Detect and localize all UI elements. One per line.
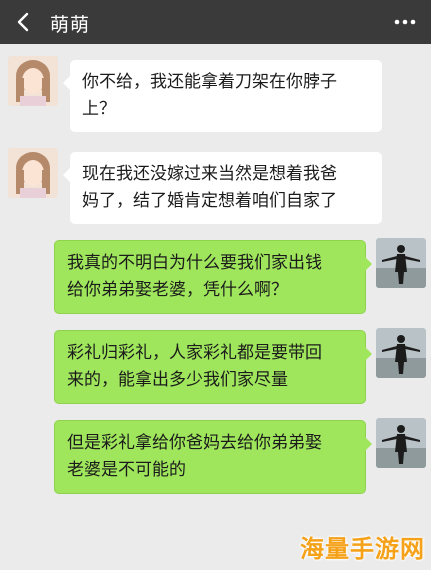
contact-avatar[interactable]: [8, 56, 58, 106]
outgoing-message-bubble[interactable]: 彩礼归彩礼，人家彩礼都是要带回 来的，能拿出多少我们家尽量: [54, 330, 372, 404]
message-line: 你不给，我还能拿着刀架在你脖子: [82, 72, 337, 92]
message-line: 妈了，结了婚肯定想着咱们自家了: [82, 191, 337, 211]
chevron-left-icon[interactable]: [14, 12, 34, 32]
outgoing-message-bubble[interactable]: 我真的不明白为什么要我们家出钱 给你弟弟娶老婆，凭什么啊？: [54, 240, 372, 314]
contact-avatar[interactable]: [8, 148, 58, 198]
user-avatar[interactable]: [376, 328, 426, 378]
user-avatar[interactable]: [376, 418, 426, 468]
outgoing-message-bubble[interactable]: 但是彩礼拿给你爸妈去给你弟弟娶 老婆是不可能的: [54, 420, 372, 494]
incoming-message-bubble[interactable]: 你不给，我还能拿着刀架在你脖子 上？: [63, 60, 382, 132]
incoming-message-bubble[interactable]: 现在我还没嫁过来当然是想着我爸 妈了，结了婚肯定想着咱们自家了: [63, 152, 382, 224]
message-line: 给你弟弟娶老婆，凭什么啊？: [67, 280, 288, 300]
user-avatar[interactable]: [376, 238, 426, 288]
more-dots-icon[interactable]: [393, 12, 417, 32]
message-line: 我真的不明白为什么要我们家出钱: [67, 253, 322, 273]
message-line: 现在我还没嫁过来当然是想着我爸: [82, 164, 337, 184]
message-line: 老婆是不可能的: [67, 460, 186, 480]
top-bar: 萌萌: [0, 0, 431, 44]
chat-title: 萌萌: [50, 14, 91, 36]
message-line: 但是彩礼拿给你爸妈去给你弟弟娶: [67, 433, 322, 453]
watermark-logo: 海量手游网: [300, 535, 425, 563]
message-line: 彩礼归彩礼，人家彩礼都是要带回: [67, 343, 322, 363]
message-line: 来的，能拿出多少我们家尽量: [67, 370, 288, 390]
message-line: 上？: [82, 99, 116, 119]
